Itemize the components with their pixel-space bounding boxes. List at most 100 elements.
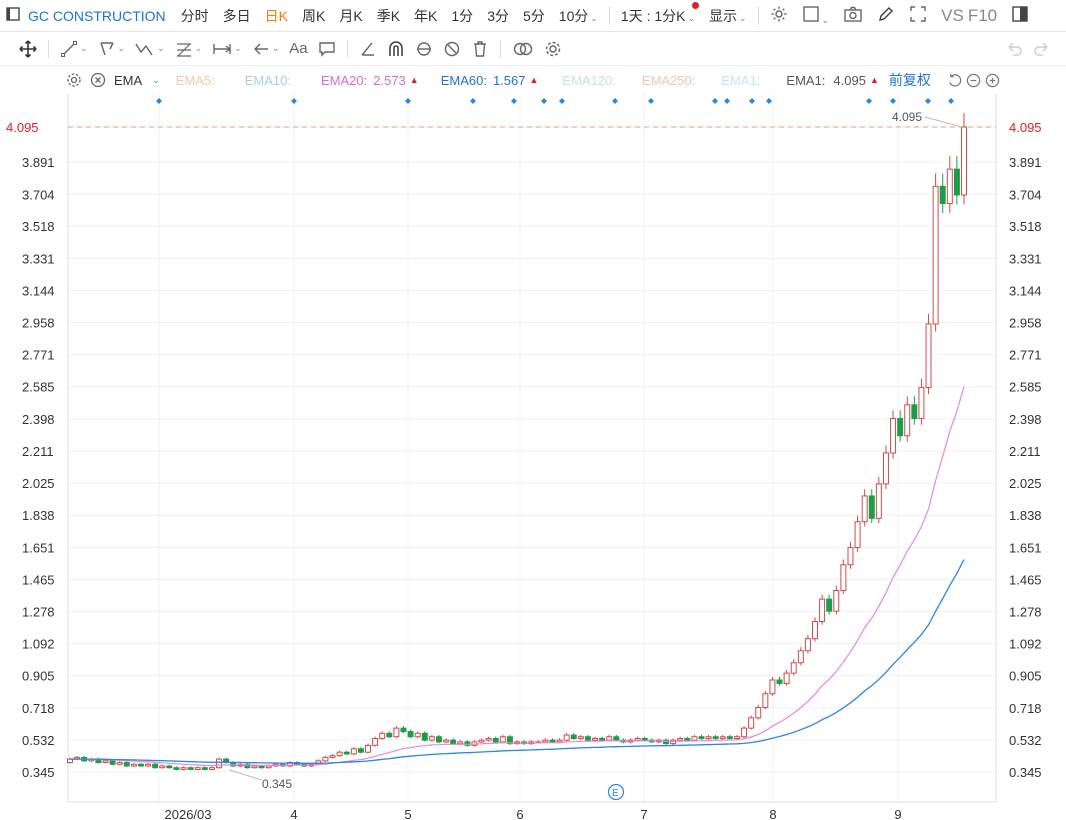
redo-icon[interactable] [1028,37,1056,61]
period-monthly[interactable]: 月K [332,6,369,26]
settings-gear-icon[interactable] [763,5,795,26]
close-indicator-icon[interactable] [86,68,110,92]
candle-body [712,736,719,739]
period-intraday[interactable]: 分时 [174,6,216,26]
candles-group [67,112,967,771]
y-tick-right: 1.838 [1009,508,1042,523]
ruler-icon[interactable] [354,37,382,61]
candle-body [868,495,875,519]
candle-body [194,767,201,770]
wave-tool[interactable]: ⌄ [130,37,170,61]
undo-icon[interactable] [1000,37,1028,61]
indicator-name[interactable]: EMA [114,73,142,88]
candle-body [705,736,712,739]
candle-body [336,751,343,757]
x-tick-label: 6 [516,807,523,820]
indicator-settings-icon[interactable] [62,68,86,92]
candle-body [790,662,797,674]
candle-body [478,739,485,743]
y-tick-left: 3.331 [22,251,55,266]
candle-body [861,495,868,523]
line-tool[interactable]: ⌄ [55,37,93,61]
period-10min[interactable]: 10分 ⌄ [552,6,605,26]
y-tick-left: 0.345 [22,765,55,780]
overlay-compare-icon[interactable] [507,37,539,61]
hide-drawings-icon[interactable] [438,37,466,61]
candle-body [726,736,733,739]
y-tick-right: 0.345 [1009,765,1042,780]
magnet-icon[interactable] [382,37,410,61]
comment-icon[interactable] [313,37,341,61]
y-tick-right: 3.518 [1009,219,1042,234]
y-tick-left: 3.891 [22,155,55,170]
candle-body [428,736,435,741]
candlestick-chart[interactable]: 3.891 3.704 3.518 3.331 3.144 2.958 2.771 2.585… [0,94,1066,820]
ema120-label: EMA120: [562,72,616,88]
fullscreen-icon[interactable] [902,5,934,26]
display-dropdown[interactable]: 显示 ⌄ [702,6,754,26]
low-price-label: 0.345 [262,777,292,791]
text-tool-icon[interactable]: Aa [284,37,312,61]
candle-body [258,765,265,769]
candle-body [613,736,620,741]
toolbar-settings-icon[interactable] [539,37,567,61]
reset-icon[interactable] [945,68,964,92]
period-5min[interactable]: 5分 [516,6,552,26]
candle-body [741,727,748,738]
price-tag-left: 4.095 [6,120,39,135]
period-weekly[interactable]: 周K [295,6,332,26]
period-yearly[interactable]: 年K [407,6,444,26]
collapse-panel-icon[interactable] [0,7,22,24]
zoom-in-icon[interactable] [983,68,1002,92]
ema60-value: 1.567 [492,72,526,88]
y-tick-right: 3.331 [1009,251,1042,266]
candle-body [485,737,492,741]
chevron-down-icon: ⌄ [590,12,598,23]
event-marker-icon [948,98,954,104]
y-tick-left: 1.465 [22,572,55,587]
f10-button[interactable]: F10 [966,6,1004,26]
candle-body [783,672,790,684]
chevron-down-icon: ⌄ [157,43,165,53]
candle-body [698,736,705,739]
chart-style-dropdown[interactable]: ⌄ [795,5,837,26]
arrow-tool[interactable]: ⌄ [247,37,285,61]
lock-drawing-icon[interactable] [410,37,438,61]
interval-dropdown[interactable]: 1天 : 1分K ⌄ [614,1,702,26]
candle-body [492,737,499,743]
pencil-icon[interactable] [870,5,902,26]
chevron-down-icon[interactable]: ⌄ [152,75,160,86]
candle-body [890,418,897,454]
x-tick-label: 7 [640,807,647,820]
period-multiday[interactable]: 多日 [216,6,258,26]
move-crosshair-icon[interactable] [14,37,42,61]
candle-body [875,483,882,519]
camera-icon[interactable] [836,5,870,26]
chart-grid [68,94,996,802]
trash-icon[interactable] [466,37,494,61]
high-annotation-line [924,116,963,128]
fibonacci-tool[interactable]: ⌄ [170,37,208,61]
candle-body [365,744,371,753]
event-marker-icon [749,98,755,104]
high-price-label: 4.095 [892,110,922,124]
chevron-down-icon: ⌄ [739,12,747,23]
candle-body [379,732,386,739]
x-tick-label: 4 [290,807,297,820]
event-markers[interactable] [156,98,954,104]
period-1min[interactable]: 1分 [444,6,480,26]
x-tick-label: 5 [404,807,411,820]
candle-body [961,126,967,196]
stock-title[interactable]: GC CONSTRUCTION [22,8,174,24]
layout-panel-icon[interactable] [1004,5,1036,26]
period-3min[interactable]: 3分 [480,6,516,26]
vs-compare-button[interactable]: VS [934,6,966,26]
price-adjust-button[interactable]: 前复权 [889,70,931,90]
period-daily[interactable]: 日K [258,6,295,26]
period-quarterly[interactable]: 季K [370,6,407,26]
x-tick-label: 2026/03 [165,807,212,820]
channel-tool[interactable]: ⌄ [93,37,131,61]
candle-body [435,736,442,743]
zoom-out-icon[interactable] [964,68,983,92]
measure-tool[interactable]: ⌄ [207,37,247,61]
